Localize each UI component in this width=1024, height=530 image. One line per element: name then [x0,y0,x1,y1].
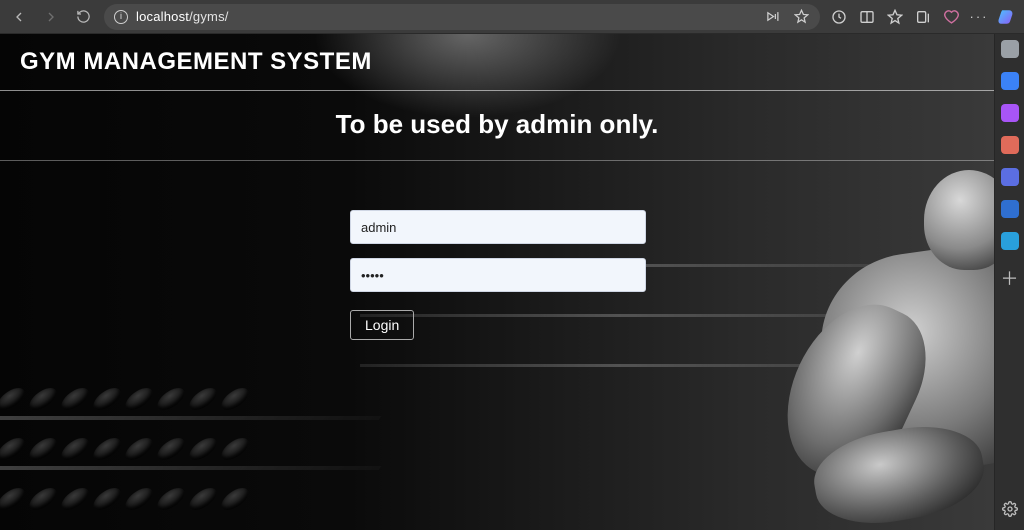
split-screen-icon[interactable] [858,8,876,26]
copilot-launch-icon[interactable] [998,8,1016,26]
page-title: GYM MANAGEMENT SYSTEM [0,34,994,91]
edge-sidebar: ＋ [994,34,1024,530]
shopping-icon[interactable] [1001,104,1019,122]
browser-essentials-icon[interactable] [942,8,960,26]
copilot-icon[interactable] [1001,72,1019,90]
page-body: GYM MANAGEMENT SYSTEM To be used by admi… [0,34,994,530]
refresh-button[interactable] [72,6,94,28]
read-aloud-icon[interactable] [764,8,782,26]
games-icon[interactable] [1001,136,1019,154]
password-input[interactable] [350,258,646,292]
outlook-icon[interactable] [1001,200,1019,218]
collections-icon[interactable] [914,8,932,26]
tracking-icon[interactable] [830,8,848,26]
login-button[interactable]: Login [350,310,414,340]
username-input[interactable] [350,210,646,244]
back-button[interactable] [8,6,30,28]
search-icon[interactable] [1001,40,1019,58]
url-text: localhost/gyms/ [136,9,229,24]
telegram-icon[interactable] [1001,232,1019,250]
login-form: Login [350,210,650,340]
site-info-icon[interactable]: i [114,10,128,24]
forward-button[interactable] [40,6,62,28]
background-athlete [774,150,994,530]
sidebar-add-button[interactable]: ＋ [1001,270,1019,288]
url-host: localhost [136,9,189,24]
sidebar-settings-icon[interactable] [1002,501,1018,522]
address-bar[interactable]: i localhost/gyms/ [104,4,820,30]
m365-icon[interactable] [1001,168,1019,186]
browser-toolbar: i localhost/gyms/ ··· [0,0,1024,34]
favorite-icon[interactable] [792,8,810,26]
url-path: /gyms/ [189,9,228,24]
toolbar-right: ··· [830,8,1016,26]
favorites-bar-icon[interactable] [886,8,904,26]
page-subtitle: To be used by admin only. [0,91,994,161]
more-icon[interactable]: ··· [970,8,988,26]
